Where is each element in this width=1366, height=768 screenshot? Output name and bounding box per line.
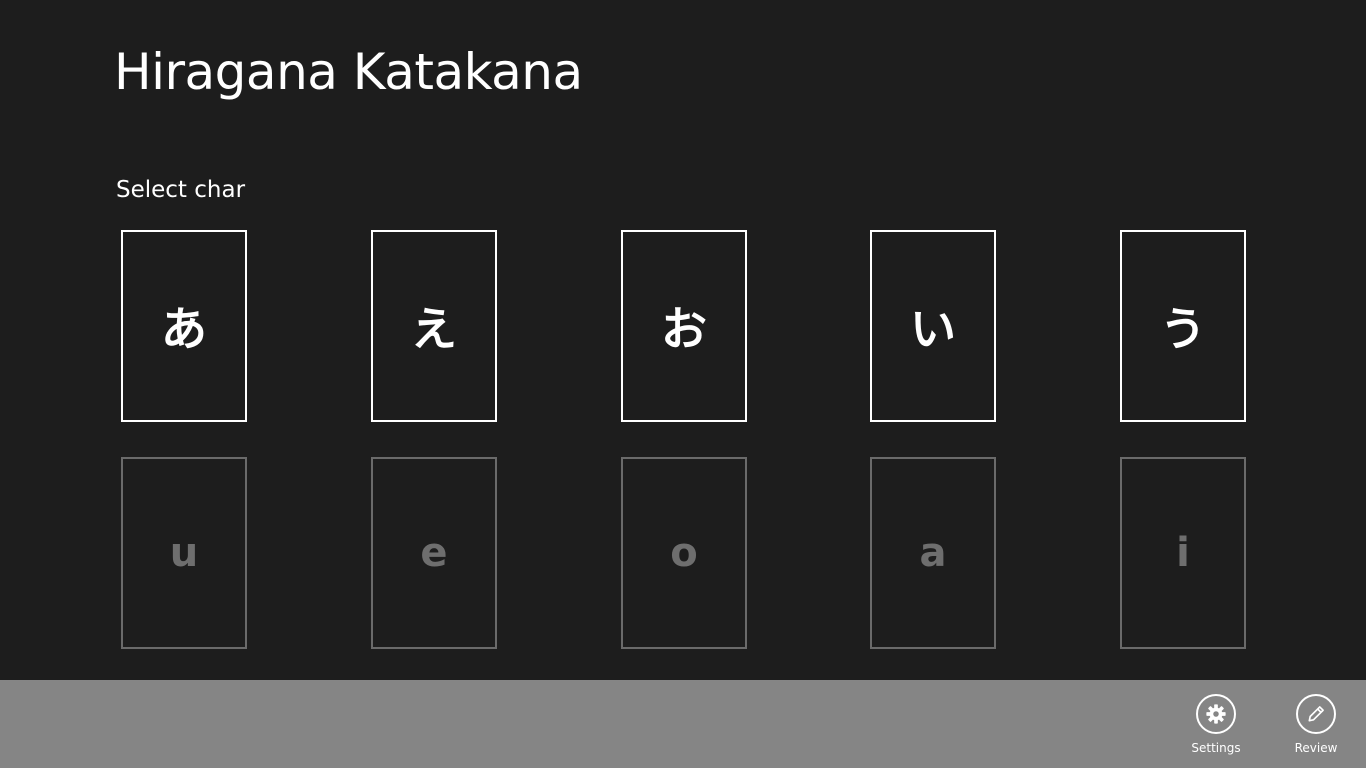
gear-icon: [1196, 694, 1236, 734]
section-title: Select char: [116, 177, 246, 203]
char-tile-2[interactable]: え: [371, 230, 497, 422]
app-bar: Settings Review: [0, 680, 1366, 768]
settings-label: Settings: [1191, 741, 1241, 755]
review-button[interactable]: Review: [1271, 694, 1361, 764]
romaji-tile-5[interactable]: i: [1120, 457, 1246, 649]
char-tile-3[interactable]: お: [621, 230, 747, 422]
character-row: あ え お い う: [0, 230, 1366, 422]
app-window: Hiragana Katakana Select char あ え お い う …: [0, 0, 1366, 768]
char-tile-1[interactable]: あ: [121, 230, 247, 422]
char-tile-5[interactable]: う: [1120, 230, 1246, 422]
romaji-tile-2[interactable]: e: [371, 457, 497, 649]
pencil-icon: [1296, 694, 1336, 734]
char-tile-4[interactable]: い: [870, 230, 996, 422]
romaji-tile-4[interactable]: a: [870, 457, 996, 649]
page-title: Hiragana Katakana: [114, 43, 583, 101]
romaji-row: u e o a i: [0, 457, 1366, 649]
romaji-tile-1[interactable]: u: [121, 457, 247, 649]
review-label: Review: [1294, 741, 1338, 755]
settings-button[interactable]: Settings: [1171, 694, 1261, 764]
romaji-tile-3[interactable]: o: [621, 457, 747, 649]
